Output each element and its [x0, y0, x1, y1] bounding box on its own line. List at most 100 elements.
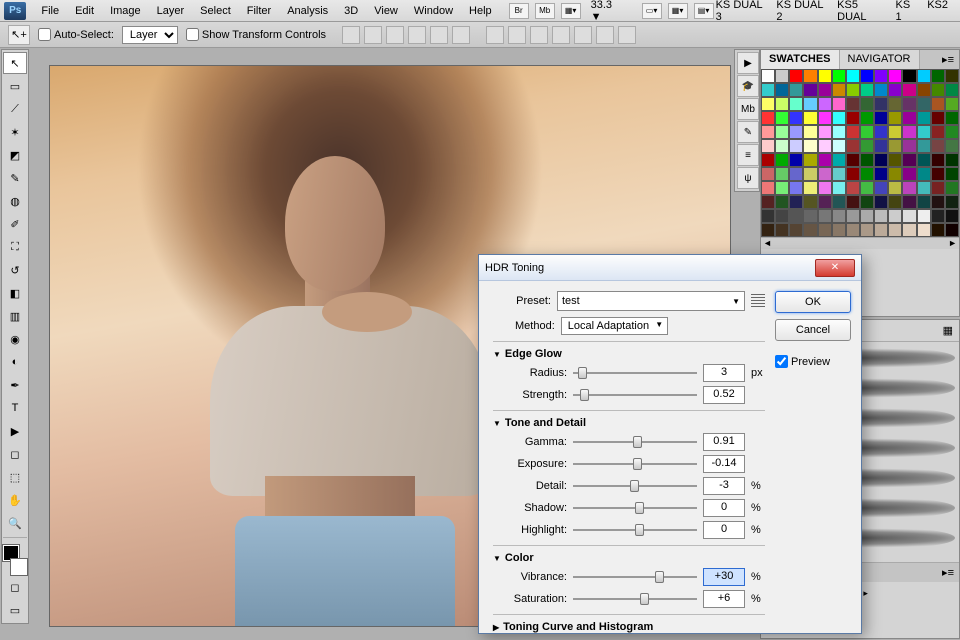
quickmask-icon[interactable]: ◻	[3, 576, 27, 598]
swatch[interactable]	[818, 195, 832, 209]
swatch[interactable]	[818, 111, 832, 125]
menu-layer[interactable]: Layer	[150, 3, 192, 19]
auto-align-icon[interactable]	[618, 26, 636, 44]
align-top-icon[interactable]	[342, 26, 360, 44]
swatch[interactable]	[818, 153, 832, 167]
swatch[interactable]	[860, 111, 874, 125]
swatch[interactable]	[803, 69, 817, 83]
swatch[interactable]	[761, 97, 775, 111]
swatch[interactable]	[945, 195, 959, 209]
dodge-tool[interactable]: ◐	[3, 351, 27, 373]
swatch[interactable]	[874, 69, 888, 83]
swatch[interactable]	[818, 125, 832, 139]
swatch[interactable]	[832, 181, 846, 195]
shadow-slider[interactable]	[573, 501, 697, 515]
swatch[interactable]	[860, 153, 874, 167]
swatch[interactable]	[846, 153, 860, 167]
swatch[interactable]	[860, 167, 874, 181]
swatch[interactable]	[917, 69, 931, 83]
preset-menu-icon[interactable]	[751, 294, 765, 308]
swatch[interactable]	[761, 167, 775, 181]
dist-vcenter-icon[interactable]	[508, 26, 526, 44]
swatch[interactable]	[860, 195, 874, 209]
swatch[interactable]	[874, 181, 888, 195]
swatch[interactable]	[846, 223, 860, 237]
swatch[interactable]	[775, 167, 789, 181]
swatch[interactable]	[945, 97, 959, 111]
background-color[interactable]	[11, 559, 27, 575]
swatch[interactable]	[803, 195, 817, 209]
strength-slider[interactable]	[573, 388, 697, 402]
workspace-ks2[interactable]: KS2	[927, 0, 948, 23]
swatch[interactable]	[761, 139, 775, 153]
panel-menu-icon[interactable]: ▸≡	[937, 50, 959, 69]
swatch[interactable]	[803, 167, 817, 181]
swatch[interactable]	[902, 97, 916, 111]
menu-filter[interactable]: Filter	[240, 3, 278, 19]
swatch[interactable]	[860, 69, 874, 83]
swatch[interactable]	[775, 125, 789, 139]
swatch[interactable]	[902, 195, 916, 209]
swatch[interactable]	[832, 83, 846, 97]
gamma-slider[interactable]	[573, 435, 697, 449]
cancel-button[interactable]: Cancel	[775, 319, 851, 341]
vibrance-field[interactable]: +30	[703, 568, 745, 586]
swatch[interactable]	[902, 125, 916, 139]
swatch[interactable]	[789, 139, 803, 153]
swatch[interactable]	[775, 209, 789, 223]
hand-tool[interactable]: ✋	[3, 489, 27, 511]
swatch[interactable]	[803, 125, 817, 139]
swatch[interactable]	[775, 111, 789, 125]
swatch[interactable]	[917, 125, 931, 139]
swatch[interactable]	[888, 139, 902, 153]
swatch[interactable]	[917, 167, 931, 181]
palette-paragraph-icon[interactable]: ≡	[737, 144, 759, 166]
swatch-scrollbar[interactable]	[761, 237, 959, 249]
swatch[interactable]	[818, 181, 832, 195]
swatch[interactable]	[874, 97, 888, 111]
swatch[interactable]	[931, 223, 945, 237]
swatch[interactable]	[888, 69, 902, 83]
swatch[interactable]	[818, 97, 832, 111]
swatch[interactable]	[860, 125, 874, 139]
menu-help[interactable]: Help	[462, 3, 499, 19]
swatch[interactable]	[775, 69, 789, 83]
swatch[interactable]	[832, 97, 846, 111]
swatch[interactable]	[832, 125, 846, 139]
swatch[interactable]	[931, 181, 945, 195]
swatch[interactable]	[789, 125, 803, 139]
swatch[interactable]	[775, 181, 789, 195]
swatch[interactable]	[945, 139, 959, 153]
swatch[interactable]	[761, 153, 775, 167]
swatch[interactable]	[902, 69, 916, 83]
swatch[interactable]	[789, 97, 803, 111]
auto-select-checkbox[interactable]: Auto-Select:	[38, 28, 114, 41]
vibrance-slider[interactable]	[573, 570, 697, 584]
swatch[interactable]	[789, 167, 803, 181]
tab-swatches[interactable]: SWATCHES	[761, 50, 840, 69]
swatch[interactable]	[803, 223, 817, 237]
swatch[interactable]	[917, 209, 931, 223]
swatch[interactable]	[945, 223, 959, 237]
swatch[interactable]	[761, 111, 775, 125]
swatch[interactable]	[832, 209, 846, 223]
swatch[interactable]	[931, 139, 945, 153]
swatch[interactable]	[846, 209, 860, 223]
screenmode-icon[interactable]: ▭	[3, 599, 27, 621]
menu-edit[interactable]: Edit	[68, 3, 101, 19]
swatch[interactable]	[846, 167, 860, 181]
dialog-titlebar[interactable]: HDR Toning ✕	[479, 255, 861, 281]
type-tool[interactable]: T	[3, 397, 27, 419]
swatch[interactable]	[789, 153, 803, 167]
preview-checkbox[interactable]: Preview	[775, 355, 851, 368]
swatch[interactable]	[917, 83, 931, 97]
swatch[interactable]	[931, 195, 945, 209]
swatch[interactable]	[846, 69, 860, 83]
swatch[interactable]	[775, 97, 789, 111]
swatch[interactable]	[888, 223, 902, 237]
swatch[interactable]	[832, 223, 846, 237]
swatch[interactable]	[761, 181, 775, 195]
swatch[interactable]	[832, 139, 846, 153]
menu-view[interactable]: View	[367, 3, 405, 19]
swatch[interactable]	[888, 125, 902, 139]
